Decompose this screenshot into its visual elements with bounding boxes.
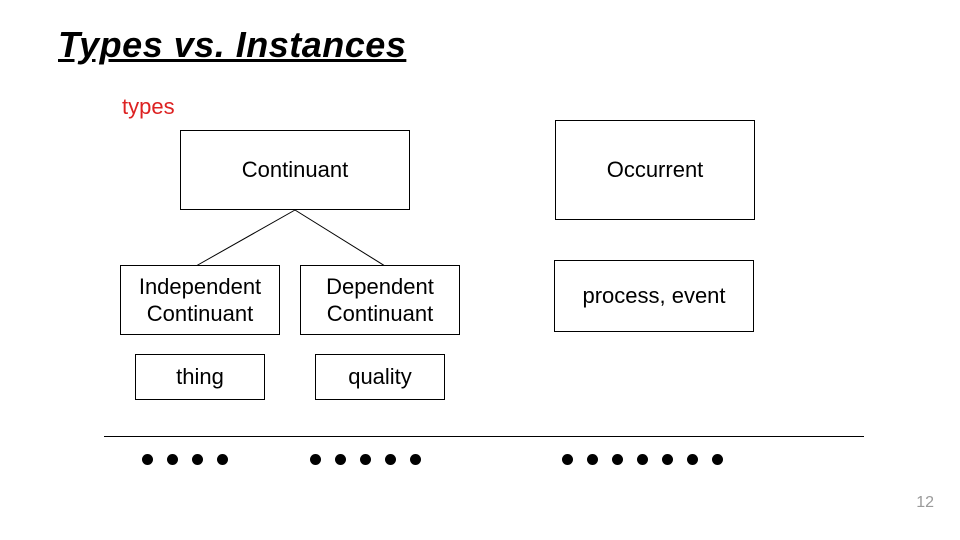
instance-dot [687, 454, 698, 465]
instance-dots-group-2 [310, 454, 421, 465]
instance-dots-group-1 [142, 454, 228, 465]
box-process-label: process, event [582, 282, 725, 310]
instance-dot [712, 454, 723, 465]
box-independent-continuant: Independent Continuant [120, 265, 280, 335]
box-dependent-label: Dependent Continuant [326, 273, 434, 328]
instance-dot [562, 454, 573, 465]
box-thing-label: thing [176, 363, 224, 391]
instance-dot [360, 454, 371, 465]
instance-dot [192, 454, 203, 465]
instance-dot [587, 454, 598, 465]
box-occurrent: Occurrent [555, 120, 755, 220]
instance-dot [662, 454, 673, 465]
box-dependent-continuant: Dependent Continuant [300, 265, 460, 335]
divider-line [104, 436, 864, 437]
instance-dot [142, 454, 153, 465]
slide-title: Types vs. Instances [58, 24, 406, 66]
box-quality: quality [315, 354, 445, 400]
page-number: 12 [916, 494, 934, 512]
instance-dot [637, 454, 648, 465]
instance-dot [167, 454, 178, 465]
instance-dots-group-3 [562, 454, 723, 465]
types-label: types [122, 94, 175, 120]
box-independent-label: Independent Continuant [139, 273, 261, 328]
box-process-event: process, event [554, 260, 754, 332]
box-occurrent-label: Occurrent [607, 156, 704, 184]
box-thing: thing [135, 354, 265, 400]
box-quality-label: quality [348, 363, 412, 391]
box-continuant-label: Continuant [242, 156, 348, 184]
instance-dot [385, 454, 396, 465]
box-continuant: Continuant [180, 130, 410, 210]
instance-dot [612, 454, 623, 465]
instance-dot [310, 454, 321, 465]
instance-dot [410, 454, 421, 465]
instance-dot [217, 454, 228, 465]
instance-dot [335, 454, 346, 465]
